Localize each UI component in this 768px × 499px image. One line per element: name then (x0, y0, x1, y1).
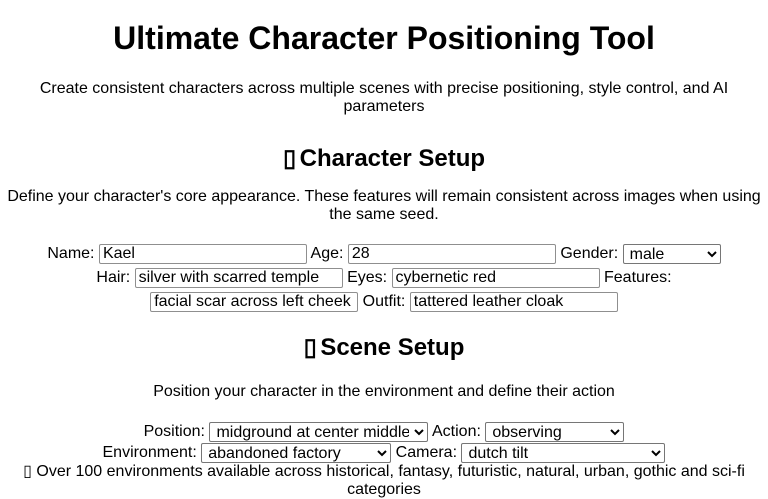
environment-note: ▯ Over 100 environments available across… (14, 463, 754, 499)
action-label: Action: (432, 423, 481, 440)
note-icon: ▯ (23, 463, 32, 480)
scene-setup-heading: ▯ Scene Setup (0, 334, 768, 362)
character-setup-title: Character Setup (299, 145, 486, 172)
name-label: Name: (47, 245, 95, 262)
environment-select[interactable]: abandoned factory (201, 442, 392, 463)
camera-label: Camera: (395, 444, 458, 461)
gender-select[interactable]: male (622, 243, 721, 264)
action-select[interactable]: observing (485, 421, 625, 442)
page-subtitle: Create consistent characters across mult… (39, 80, 729, 115)
hair-field[interactable] (134, 267, 343, 288)
environment-label: Environment: (102, 444, 197, 461)
age-label: Age: (310, 245, 344, 262)
outfit-field[interactable] (409, 291, 618, 312)
outfit-label: Outfit: (362, 293, 406, 310)
scene-setup-icon: ▯ (303, 334, 317, 361)
scene-form: Position: midground at center middle Act… (0, 421, 768, 463)
scene-setup-description: Position your character in the environme… (153, 383, 615, 400)
features-field[interactable] (150, 291, 359, 312)
camera-select[interactable]: dutch tilt (461, 442, 666, 463)
character-form: Name: Age: Gender: male Hair: Eyes: Feat… (0, 242, 768, 314)
gender-label: Gender: (560, 245, 619, 262)
hair-label: Hair: (96, 269, 131, 286)
scene-setup-title: Scene Setup (320, 334, 465, 361)
character-setup-icon: ▯ (282, 145, 297, 172)
age-field[interactable] (347, 243, 556, 264)
eyes-field[interactable] (391, 267, 600, 288)
page: Ultimate Character Positioning Tool Crea… (0, 0, 768, 499)
environment-note-text: Over 100 environments available across h… (36, 463, 745, 498)
features-label: Features: (604, 269, 672, 286)
character-setup-heading: ▯ Character Setup (0, 145, 768, 173)
name-field[interactable] (98, 243, 307, 264)
page-title: Ultimate Character Positioning Tool (113, 20, 655, 56)
position-label: Position: (143, 423, 205, 440)
eyes-label: Eyes: (347, 269, 388, 286)
position-select[interactable]: midground at center middle (209, 421, 429, 442)
character-setup-description: Define your character's core appearance.… (7, 188, 761, 223)
